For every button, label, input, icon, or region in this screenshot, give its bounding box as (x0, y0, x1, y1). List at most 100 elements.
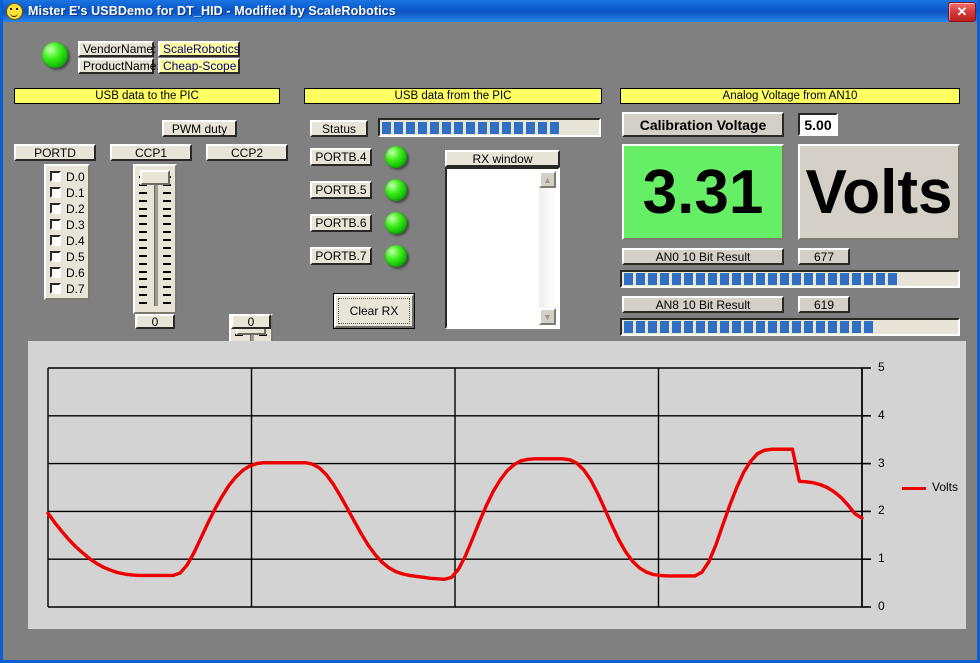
portb-led-icon-2 (385, 212, 407, 234)
checkbox-icon[interactable] (50, 171, 61, 182)
application-window: Mister E's USBDemo for DT_HID - Modified… (0, 0, 980, 663)
portd-checkbox-d-5[interactable]: D.5 (50, 249, 88, 264)
portd-checkbox-d-4[interactable]: D.4 (50, 233, 88, 248)
connection-led-icon (42, 42, 68, 68)
progress-block (648, 321, 657, 333)
ccp1-slider-thumb[interactable] (140, 170, 170, 185)
progress-block (636, 273, 645, 285)
progress-block (864, 273, 873, 285)
calibration-voltage-input[interactable]: 5.00 (798, 113, 838, 136)
portd-checkbox-label: D.6 (66, 266, 85, 280)
ccp2-value: 0 (231, 314, 271, 329)
portd-checkbox-label: D.0 (66, 170, 85, 184)
portd-checkbox-d-3[interactable]: D.3 (50, 217, 88, 232)
progress-block (816, 321, 825, 333)
progress-block (804, 273, 813, 285)
progress-block (720, 321, 729, 333)
product-name-value: Cheap-Scope (158, 58, 240, 74)
portd-checkbox-d-6[interactable]: D.6 (50, 265, 88, 280)
portb-label-0: PORTB.4 (310, 148, 372, 166)
progress-block (852, 273, 861, 285)
pwm-duty-label: PWM duty (162, 120, 237, 137)
ccp1-value: 0 (135, 314, 175, 329)
checkbox-icon[interactable] (50, 187, 61, 198)
portd-checkbox-label: D.5 (66, 250, 85, 264)
vendor-name-label: VendorName: (78, 41, 154, 57)
scroll-down-icon[interactable]: ▼ (539, 308, 556, 325)
progress-block (792, 273, 801, 285)
portd-checkbox-d-0[interactable]: D.0 (50, 169, 88, 184)
product-name-label: ProductName: (78, 58, 154, 74)
checkbox-icon[interactable] (50, 219, 61, 230)
progress-block (538, 122, 547, 134)
clear-rx-label: Clear RX (350, 304, 399, 318)
ccp1-slider-ticks-left (139, 176, 147, 304)
progress-block (720, 273, 729, 285)
progress-block (382, 122, 391, 134)
progress-block (744, 321, 753, 333)
checkbox-icon[interactable] (50, 235, 61, 246)
progress-block (840, 273, 849, 285)
progress-block (394, 122, 403, 134)
rx-window-scrollbar[interactable]: ▲ ▼ (539, 171, 556, 325)
usb-to-pic-banner: USB data to the PIC (14, 88, 280, 104)
progress-block (672, 273, 681, 285)
ccp1-label: CCP1 (110, 144, 192, 161)
progress-block (780, 321, 789, 333)
portd-checkbox-d-2[interactable]: D.2 (50, 201, 88, 216)
progress-block (696, 321, 705, 333)
progress-block (828, 273, 837, 285)
portd-checkbox-d-1[interactable]: D.1 (50, 185, 88, 200)
portd-checkbox-label: D.3 (66, 218, 85, 232)
checkbox-icon[interactable] (50, 251, 61, 262)
progress-block (514, 122, 523, 134)
portd-checkbox-label: D.7 (66, 282, 85, 296)
progress-block (696, 273, 705, 285)
status-progress-bar (378, 118, 601, 137)
progress-block (864, 321, 873, 333)
progress-block (876, 273, 885, 285)
y-axis-tick-label: 1 (878, 551, 885, 565)
progress-block (660, 273, 669, 285)
usb-from-pic-banner: USB data from the PIC (304, 88, 602, 104)
portd-checkbox-label: D.1 (66, 186, 85, 200)
analog-voltage-banner: Analog Voltage from AN10 (620, 88, 960, 104)
progress-block (672, 321, 681, 333)
portd-checkbox-label: D.4 (66, 234, 85, 248)
portd-label: PORTD (14, 144, 96, 161)
an8-result-label: AN8 10 Bit Result (622, 296, 784, 313)
portd-checkbox-d-7[interactable]: D.7 (50, 281, 88, 296)
portb-label-1: PORTB.5 (310, 181, 372, 199)
portb-label-2: PORTB.6 (310, 214, 372, 232)
portd-checkbox-label: D.2 (66, 202, 85, 216)
clear-rx-button[interactable]: Clear RX (334, 294, 414, 328)
legend-label: Volts (932, 480, 958, 494)
ccp1-slider[interactable] (133, 164, 177, 314)
ccp2-label: CCP2 (206, 144, 288, 161)
calibration-voltage-label: Calibration Voltage (622, 112, 784, 137)
progress-block (768, 321, 777, 333)
progress-block (768, 273, 777, 285)
an8-result-value: 619 (798, 296, 850, 313)
checkbox-icon[interactable] (50, 267, 61, 278)
checkbox-icon[interactable] (50, 203, 61, 214)
vendor-name-value: ScaleRobotics (158, 41, 240, 57)
progress-block (684, 321, 693, 333)
portd-checkbox-group: D.0 D.1 D.2 D.3 D.4 D.5 D.6 D.7 (44, 164, 90, 300)
y-axis-tick-label: 0 (878, 599, 885, 613)
voltage-units-display: Volts (798, 144, 960, 240)
progress-block (550, 122, 559, 134)
progress-block (648, 273, 657, 285)
progress-block (490, 122, 499, 134)
progress-block (852, 321, 861, 333)
progress-block (430, 122, 439, 134)
checkbox-icon[interactable] (50, 283, 61, 294)
rx-window-textarea[interactable]: ▲ ▼ (445, 167, 560, 329)
voltage-chart (28, 341, 966, 629)
progress-block (708, 321, 717, 333)
progress-block (828, 321, 837, 333)
progress-block (442, 122, 451, 134)
scroll-up-icon[interactable]: ▲ (539, 171, 556, 188)
status-label: Status (310, 120, 368, 137)
progress-block (624, 273, 633, 285)
